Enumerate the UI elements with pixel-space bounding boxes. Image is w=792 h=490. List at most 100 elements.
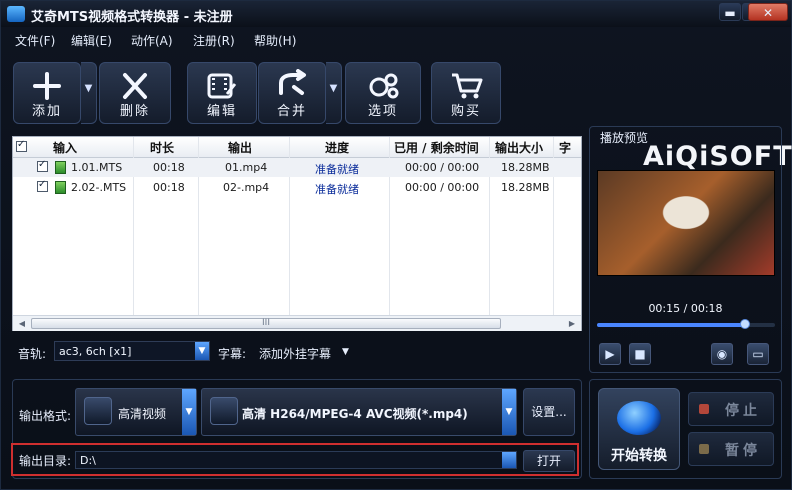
- options-button[interactable]: 选项: [345, 62, 421, 124]
- stop-preview-button[interactable]: ■: [629, 343, 651, 365]
- merge-dropdown[interactable]: ▼: [326, 62, 342, 124]
- chevron-down-icon: ▼: [195, 342, 209, 360]
- convert-icon: [617, 401, 661, 435]
- merge-arrow-icon: [279, 69, 306, 95]
- file-table: 输入 时长 输出 进度 已用 / 剩余时间 输出大小 字幕 1.01.MTS 0…: [12, 136, 582, 331]
- pause-button[interactable]: 暂停: [688, 432, 774, 466]
- video-file-icon: [55, 181, 66, 194]
- row-output: 01.mp4: [225, 161, 268, 174]
- row-progress: 准备就绪: [315, 183, 359, 196]
- menu-register[interactable]: 注册(R): [193, 32, 235, 49]
- header-size[interactable]: 输出大小: [495, 139, 543, 156]
- x-icon: [123, 73, 147, 99]
- window-title: 艾奇MTS视频格式转换器 - 未注册: [31, 10, 233, 25]
- format-category-value: 高清视频: [118, 407, 167, 421]
- select-all-checkbox[interactable]: [16, 139, 27, 152]
- cart-icon: [452, 73, 483, 99]
- toolbar: 添加 ▼ 删除 编辑 合并 ▼ 选项 购买 AiQiSOFT: [1, 56, 792, 172]
- chevron-down-icon: ▼: [182, 389, 196, 435]
- minimize-button[interactable]: ▬: [719, 3, 741, 21]
- audio-track-select[interactable]: ac3, 6ch [x1] ▼: [54, 341, 210, 361]
- buy-button[interactable]: 购买: [431, 62, 501, 124]
- row-input: 1.01.MTS: [71, 161, 123, 174]
- row-time: 00:00 / 00:00: [405, 181, 480, 194]
- row-size: 18.28MB: [501, 161, 550, 174]
- output-directory-field[interactable]: D:\: [75, 451, 517, 469]
- buy-label: 购买: [450, 104, 481, 119]
- play-button[interactable]: ▶: [599, 343, 621, 365]
- mp4-icon: [210, 397, 238, 425]
- output-panel: 输出格式: 高清视频 ▼ 高清 H264/MPEG-4 AVC视频(*.mp4)…: [11, 379, 582, 479]
- edit-label: 编辑: [206, 104, 237, 119]
- pause-icon: [699, 444, 709, 454]
- gears-icon: [369, 73, 399, 99]
- stop-button[interactable]: 停止: [688, 392, 774, 426]
- merge-button[interactable]: 合并: [258, 62, 326, 124]
- start-convert-label: 开始转换: [611, 448, 667, 464]
- table-row[interactable]: 2.02-.MTS 00:18 02-.mp4 准备就绪 00:00 / 00:…: [13, 178, 581, 197]
- format-select[interactable]: 高清 H264/MPEG-4 AVC视频(*.mp4) ▼: [201, 388, 517, 436]
- snapshot-button[interactable]: ◉: [711, 343, 733, 365]
- table-row[interactable]: 1.01.MTS 00:18 01.mp4 准备就绪 00:00 / 00:00…: [13, 158, 581, 177]
- header-duration[interactable]: 时长: [150, 139, 174, 156]
- video-file-icon: [55, 161, 66, 174]
- film-edit-icon: [207, 73, 237, 99]
- chevron-down-icon: ▼: [502, 389, 516, 435]
- menu-file[interactable]: 文件(F): [15, 32, 55, 49]
- row-checkbox[interactable]: [37, 159, 48, 172]
- dropdown-icon[interactable]: [502, 452, 516, 468]
- options-label: 选项: [367, 104, 398, 119]
- pause-label: 暂停: [725, 443, 761, 459]
- format-category-select[interactable]: 高清视频 ▼: [75, 388, 197, 436]
- hd-icon: [84, 397, 112, 425]
- conversion-controls: 开始转换 停止 暂停: [589, 379, 782, 479]
- plus-icon: [33, 72, 61, 100]
- add-button[interactable]: 添加: [13, 62, 81, 124]
- delete-button[interactable]: 删除: [99, 62, 171, 124]
- seek-bar[interactable]: [597, 319, 775, 329]
- header-time[interactable]: 已用 / 剩余时间: [394, 139, 479, 156]
- open-folder-button[interactable]: 打开: [523, 450, 575, 472]
- subtitle-label: 字幕:: [218, 347, 247, 361]
- output-directory-row: 输出目录: D:\ 打开: [11, 443, 579, 476]
- row-checkbox[interactable]: [37, 179, 48, 192]
- audio-subtitle-row: 音轨: ac3, 6ch [x1] ▼ 字幕: 添加外挂字幕 ▼: [12, 341, 582, 363]
- header-output[interactable]: 输出: [228, 139, 252, 156]
- row-size: 18.28MB: [501, 181, 550, 194]
- menu-help[interactable]: 帮助(H): [254, 32, 296, 49]
- header-progress[interactable]: 进度: [325, 139, 349, 156]
- scroll-left-button[interactable]: ◀: [16, 318, 28, 329]
- seek-handle[interactable]: [739, 319, 750, 329]
- add-subtitle-dropdown[interactable]: 添加外挂字幕: [259, 345, 331, 362]
- menu-edit[interactable]: 编辑(E): [71, 32, 112, 49]
- add-label: 添加: [31, 104, 62, 119]
- add-dropdown[interactable]: ▼: [81, 62, 97, 124]
- stop-label: 停止: [725, 403, 761, 419]
- audio-track-value: ac3, 6ch [x1]: [59, 345, 132, 358]
- preview-title: 播放预览: [600, 131, 649, 145]
- row-output: 02-.mp4: [223, 181, 270, 194]
- start-convert-button[interactable]: 开始转换: [598, 388, 680, 470]
- seek-progress: [597, 323, 745, 327]
- title-bar: 艾奇MTS视频格式转换器 - 未注册 ▬ ▢ ✕: [1, 1, 791, 27]
- scroll-grip: III: [262, 318, 270, 328]
- delete-label: 删除: [119, 104, 150, 119]
- output-format-label: 输出格式:: [19, 409, 72, 423]
- edit-button[interactable]: 编辑: [187, 62, 257, 124]
- main-window: 艾奇MTS视频格式转换器 - 未注册 ▬ ▢ ✕ 文件(F) 编辑(E) 动作(…: [0, 0, 792, 490]
- menu-bar: 文件(F) 编辑(E) 动作(A) 注册(R) 帮助(H): [1, 29, 791, 53]
- row-time: 00:00 / 00:00: [405, 161, 480, 174]
- header-input[interactable]: 输入: [53, 139, 77, 156]
- scroll-right-button[interactable]: ▶: [566, 318, 578, 329]
- scroll-thumb[interactable]: III: [31, 318, 501, 329]
- menu-action[interactable]: 动作(A): [131, 32, 173, 49]
- horizontal-scrollbar[interactable]: ◀ III ▶: [13, 315, 581, 331]
- row-input: 2.02-.MTS: [71, 181, 127, 194]
- chevron-down-icon[interactable]: ▼: [342, 347, 349, 357]
- table-header: 输入 时长 输出 进度 已用 / 剩余时间 输出大小 字幕: [13, 137, 581, 172]
- settings-button[interactable]: 设置...: [523, 388, 575, 436]
- audio-track-label: 音轨:: [18, 347, 47, 361]
- row-duration: 00:18: [153, 181, 185, 194]
- open-snapshot-folder-button[interactable]: ▭: [747, 343, 769, 365]
- close-button[interactable]: ✕: [748, 3, 788, 21]
